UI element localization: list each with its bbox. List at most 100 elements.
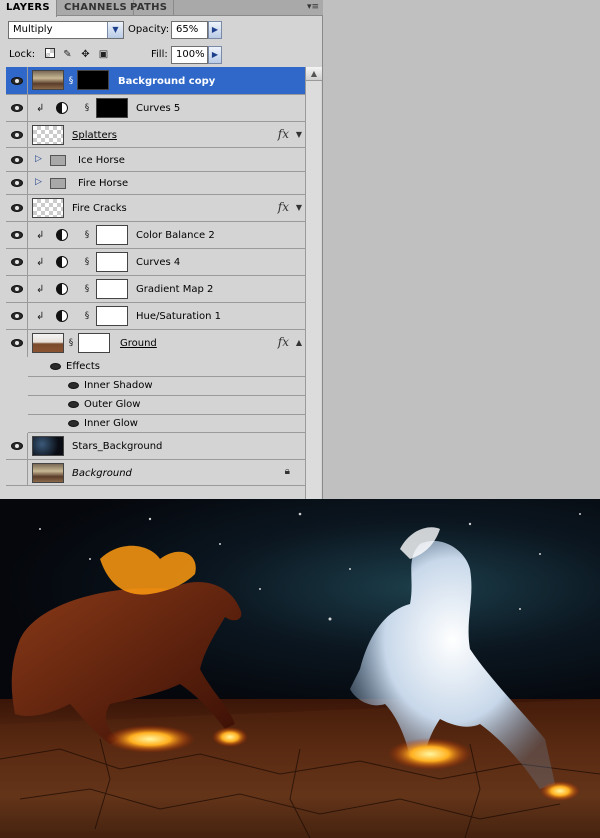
eye-icon[interactable] [6, 95, 28, 121]
layer-mask-thumbnail[interactable] [96, 252, 128, 272]
eye-icon[interactable] [6, 222, 28, 248]
chevron-down-icon[interactable]: ▼ [107, 22, 123, 38]
layer-thumbnail[interactable] [32, 436, 64, 456]
tab-layers[interactable]: LAYERS [0, 0, 57, 17]
adjustment-layer-icon[interactable] [56, 229, 68, 241]
fill-input[interactable]: 100% [171, 46, 208, 64]
opacity-slider-button[interactable]: ▶ [208, 21, 222, 39]
eye-icon[interactable] [6, 276, 28, 302]
layer-mask-thumbnail[interactable] [77, 70, 109, 90]
lock-move-icon[interactable]: ✥ [79, 48, 92, 61]
layer-row[interactable]: ↲ § Curves 4 [6, 249, 305, 276]
layer-name[interactable]: Stars_Background [72, 441, 162, 452]
link-icon[interactable]: § [68, 338, 74, 348]
tab-channels[interactable]: CHANNELS [58, 0, 134, 16]
fx-icon[interactable]: fx [278, 127, 289, 141]
layer-name[interactable]: Background [72, 468, 132, 479]
eye-icon[interactable] [6, 195, 28, 221]
eye-icon[interactable] [6, 249, 28, 275]
layer-row[interactable]: Stars_Background [6, 433, 305, 460]
adjustment-layer-icon[interactable] [56, 283, 68, 295]
adjustment-layer-icon[interactable] [56, 310, 68, 322]
chevron-down-icon[interactable]: ▼ [296, 203, 302, 212]
layer-row[interactable]: Splatters fx ▼ [6, 122, 305, 148]
layer-name[interactable]: Fire Cracks [72, 203, 127, 214]
eye-icon[interactable] [6, 303, 28, 329]
layer-row[interactable]: ↲ § Hue/Saturation 1 [6, 303, 305, 330]
eye-icon[interactable] [6, 433, 28, 459]
eye-icon[interactable] [6, 67, 28, 94]
layer-name[interactable]: Color Balance 2 [136, 230, 215, 241]
layer-row[interactable]: § Background copy [6, 67, 305, 95]
link-icon[interactable]: § [84, 284, 90, 294]
lock-all-icon[interactable]: ▣ [97, 48, 110, 61]
layer-row[interactable]: § Ground fx ▲ [6, 330, 305, 357]
layer-thumbnail[interactable] [32, 70, 64, 90]
layer-mask-thumbnail[interactable] [96, 279, 128, 299]
opacity-label: Opacity: [128, 24, 170, 35]
link-icon[interactable]: § [68, 76, 74, 86]
layer-thumbnail[interactable] [32, 333, 64, 353]
fx-icon[interactable]: fx [278, 200, 289, 214]
eye-icon[interactable] [68, 382, 79, 389]
expand-triangle-icon[interactable]: ▷ [35, 154, 42, 164]
eye-icon[interactable] [68, 420, 79, 427]
layer-thumbnail[interactable] [32, 125, 64, 145]
layer-name[interactable]: Gradient Map 2 [136, 284, 213, 295]
eye-icon[interactable] [50, 363, 61, 370]
link-icon[interactable]: § [84, 230, 90, 240]
adjustment-layer-icon[interactable] [56, 256, 68, 268]
effect-item[interactable]: Inner Shadow [28, 377, 305, 396]
blend-mode-select[interactable]: Multiply ▼ [8, 21, 124, 39]
effect-item[interactable]: Inner Glow [28, 415, 305, 433]
link-icon[interactable]: § [84, 311, 90, 321]
scroll-up-arrow-icon[interactable]: ▲ [306, 67, 322, 81]
effect-name: Outer Glow [84, 399, 141, 410]
chevron-down-icon[interactable]: ▼ [296, 130, 302, 139]
layer-row[interactable]: ▷ Fire Horse [6, 172, 305, 195]
effect-item[interactable]: Outer Glow [28, 396, 305, 415]
chevron-up-icon[interactable]: ▲ [296, 338, 302, 347]
layer-thumbnail[interactable] [32, 198, 64, 218]
layer-name[interactable]: Ground [120, 338, 157, 349]
eye-icon[interactable] [6, 148, 28, 171]
effects-row[interactable]: Effects [28, 357, 305, 377]
layer-mask-thumbnail[interactable] [78, 333, 110, 353]
layer-name[interactable]: Hue/Saturation 1 [136, 311, 221, 322]
fx-icon[interactable]: fx [278, 335, 289, 349]
layer-name[interactable]: Curves 4 [136, 257, 180, 268]
layer-row[interactable]: ↲ § Color Balance 2 [6, 222, 305, 249]
expand-triangle-icon[interactable]: ▷ [35, 177, 42, 187]
tab-paths[interactable]: PATHS [124, 0, 175, 16]
layer-name[interactable]: Splatters [72, 130, 117, 141]
eye-icon[interactable] [68, 401, 79, 408]
layer-name[interactable]: Background copy [118, 76, 215, 87]
link-icon[interactable]: § [84, 257, 90, 267]
eye-icon[interactable] [6, 122, 28, 147]
layer-name[interactable]: Ice Horse [78, 155, 125, 166]
layer-mask-thumbnail[interactable] [96, 306, 128, 326]
layer-thumbnail[interactable] [32, 463, 64, 483]
layer-row[interactable]: ↲ § Curves 5 [6, 95, 305, 122]
clip-arrow-icon: ↲ [36, 284, 45, 295]
layer-row[interactable]: Background 🔒︎ [6, 460, 305, 486]
link-icon[interactable]: § [84, 103, 90, 113]
eye-icon[interactable] [6, 172, 28, 194]
layer-row[interactable]: Fire Cracks fx ▼ [6, 195, 305, 222]
lock-transparent-icon[interactable] [43, 48, 56, 61]
adjustment-layer-icon[interactable] [56, 102, 68, 114]
panel-menu-icon[interactable]: ▾≡ [307, 2, 319, 12]
layer-name[interactable]: Fire Horse [78, 178, 128, 189]
layers-panel: LAYERS CHANNELS PATHS ▾≡ Multiply ▼ Opac… [0, 0, 323, 499]
layer-row[interactable]: ▷ Ice Horse [6, 148, 305, 172]
layer-mask-thumbnail[interactable] [96, 98, 128, 118]
fill-slider-button[interactable]: ▶ [208, 46, 222, 64]
layers-scrollbar[interactable]: ▲ [305, 67, 322, 499]
eye-icon[interactable] [6, 330, 28, 357]
eye-icon[interactable] [6, 460, 28, 485]
layer-name[interactable]: Curves 5 [136, 103, 180, 114]
layer-row[interactable]: ↲ § Gradient Map 2 [6, 276, 305, 303]
opacity-input[interactable]: 65% [171, 21, 208, 39]
lock-paint-icon[interactable]: ✎ [61, 48, 74, 61]
layer-mask-thumbnail[interactable] [96, 225, 128, 245]
